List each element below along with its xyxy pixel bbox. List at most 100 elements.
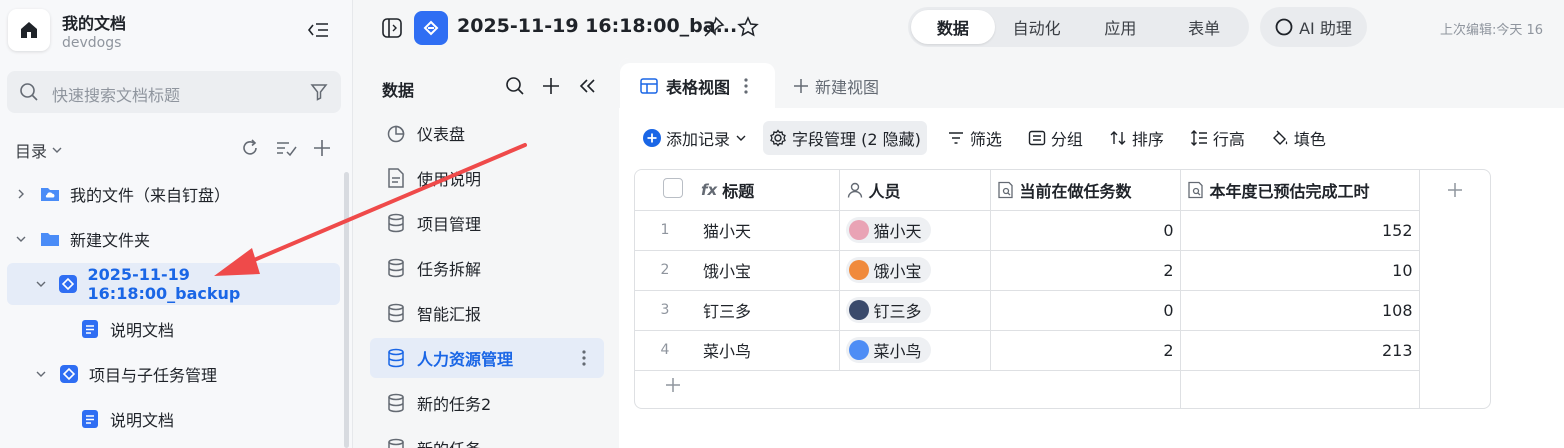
search-placeholder: 快速搜索文档标题 (52, 86, 181, 105)
data-item-usage-guide[interactable]: 使用说明 (370, 158, 604, 198)
toggle-panel-button[interactable] (380, 16, 404, 40)
tab-grid-view[interactable]: 表格视图 (620, 63, 775, 108)
base-app-icon (58, 363, 80, 385)
cell-person[interactable]: 钉三多 (839, 290, 991, 331)
new-view-button[interactable]: 新建视图 (793, 74, 879, 98)
field-manage-button[interactable]: 字段管理 (2 隐藏) (763, 121, 927, 155)
data-item-task-breakdown[interactable]: 任务拆解 (370, 248, 604, 288)
add-column-button[interactable] (1419, 170, 1490, 210)
cell-title[interactable]: 饿小宝 (695, 250, 840, 291)
more-options-icon[interactable] (744, 77, 748, 94)
data-item-new-task[interactable]: 新的任务 (370, 428, 604, 448)
row-height-button[interactable]: 行高 (1184, 121, 1251, 155)
cell-person[interactable]: 饿小宝 (839, 250, 991, 291)
cell-current-tasks[interactable]: 0 (990, 210, 1181, 251)
fill-color-label: 填色 (1293, 130, 1326, 149)
filter-funnel-icon[interactable] (309, 82, 329, 102)
chevron-down-icon[interactable] (9, 227, 33, 251)
collapse-sidebar-button[interactable] (305, 18, 331, 42)
column-header-annual-hours[interactable]: 本年度已预估完成工时 (1180, 170, 1420, 211)
home-button[interactable] (8, 9, 50, 51)
favorite-button[interactable] (737, 16, 759, 42)
more-options-icon[interactable] (574, 346, 594, 370)
cell-title[interactable]: 菜小鸟 (695, 330, 840, 371)
table-icon (640, 77, 658, 94)
chevron-down-icon[interactable] (29, 362, 53, 386)
cell-current-tasks[interactable]: 0 (990, 290, 1181, 331)
chevron-down-icon[interactable] (29, 272, 52, 296)
person-chip[interactable]: 饿小宝 (845, 256, 931, 283)
data-add-button[interactable] (539, 74, 563, 98)
tab-automation[interactable]: 自动化 (995, 10, 1079, 44)
ai-assistant-button[interactable]: AI 助理 (1260, 7, 1367, 47)
base-app-icon (57, 273, 78, 295)
column-header-current-tasks[interactable]: 当前在做任务数 (990, 170, 1181, 211)
cell-current-tasks[interactable]: 2 (990, 250, 1181, 291)
table-row[interactable]: 2 饿小宝 饿小宝 2 10 (635, 250, 1420, 291)
row-number: 3 (635, 290, 695, 331)
chevron-right-icon[interactable] (9, 182, 33, 206)
row-height-icon (1190, 130, 1207, 146)
lookup-field-icon (997, 181, 1013, 198)
pin-button[interactable] (703, 16, 725, 42)
person-chip[interactable]: 菜小鸟 (845, 336, 931, 363)
data-item-smart-report[interactable]: 智能汇报 (370, 293, 604, 333)
tree-item-doc[interactable]: 说明文档 (7, 398, 340, 440)
database-icon (385, 437, 407, 448)
data-item-label: 项目管理 (417, 215, 482, 234)
column-header-title[interactable]: fx 标题 (695, 170, 840, 211)
data-item-new-task-2[interactable]: 新的任务2 (370, 383, 604, 423)
data-item-project-mgmt[interactable]: 项目管理 (370, 203, 604, 243)
search-icon (506, 77, 524, 95)
cell-person[interactable]: 菜小鸟 (839, 330, 991, 371)
refresh-button[interactable] (238, 136, 262, 160)
tree-item-backup[interactable]: 2025-11-19 16:18:00_backup (7, 263, 340, 305)
filter-label: 筛选 (969, 130, 1002, 149)
cell-title[interactable]: 猫小天 (695, 210, 840, 251)
cell-person[interactable]: 猫小天 (839, 210, 991, 251)
table-row[interactable]: 1 猫小天 猫小天 0 152 (635, 210, 1420, 251)
doc-search-box[interactable]: 快速搜索文档标题 (7, 71, 341, 113)
tree-item-project-subtask[interactable]: 项目与子任务管理 (7, 353, 340, 395)
column-header-person[interactable]: 人员 (839, 170, 991, 211)
base-app-icon (414, 11, 448, 45)
person-chip[interactable]: 猫小天 (845, 216, 931, 243)
cell-annual-hours[interactable]: 213 (1180, 330, 1420, 371)
data-item-dashboard[interactable]: 仪表盘 (370, 113, 604, 153)
tab-forms[interactable]: 表单 (1162, 10, 1246, 44)
select-all-checkbox[interactable] (663, 177, 683, 198)
cell-annual-hours[interactable]: 10 (1180, 250, 1420, 291)
table-row[interactable]: 4 菜小鸟 菜小鸟 2 213 (635, 330, 1420, 371)
add-doc-button[interactable] (310, 136, 334, 160)
tree-item-new-folder[interactable]: 新建文件夹 (7, 218, 340, 260)
sort-button[interactable]: 排序 (1103, 121, 1170, 155)
filter-lines-icon (948, 132, 963, 144)
group-button[interactable]: 分组 (1022, 121, 1089, 155)
data-search-button[interactable] (503, 74, 527, 98)
person-name: 菜小鸟 (873, 341, 922, 361)
filter-button[interactable]: 筛选 (941, 121, 1008, 155)
person-chip[interactable]: 钉三多 (845, 296, 931, 323)
sidebar-scrollbar[interactable] (344, 172, 349, 448)
tree-item-my-files[interactable]: 我的文件（来自钉盘） (7, 173, 340, 215)
data-panel: 数据 仪表盘 使用说明 项目管理 任务拆解 智能汇报 人力资源管理 新的任务2 … (353, 58, 619, 448)
cell-title[interactable]: 钉三多 (695, 290, 840, 331)
add-row-button[interactable] (665, 377, 681, 397)
sort-tree-button[interactable] (274, 136, 298, 160)
tab-apps[interactable]: 应用 (1079, 10, 1163, 44)
data-item-hr-mgmt[interactable]: 人力资源管理 (370, 338, 604, 378)
table-row[interactable]: 3 钉三多 钉三多 0 108 (635, 290, 1420, 331)
column-header-label: 本年度已预估完成工时 (1209, 181, 1370, 201)
fill-color-button[interactable]: 填色 (1265, 121, 1332, 155)
add-record-button[interactable]: 添加记录 (637, 121, 753, 155)
refresh-icon (243, 139, 257, 155)
cell-annual-hours[interactable]: 152 (1180, 210, 1420, 251)
tab-data[interactable]: 数据 (911, 10, 995, 44)
doc-title[interactable]: 2025-11-19 16:18:00_ba... (457, 15, 737, 37)
person-icon (847, 182, 862, 198)
directory-dropdown[interactable]: 目录 (15, 138, 63, 162)
collapse-data-panel-button[interactable] (575, 74, 599, 98)
cell-annual-hours[interactable]: 108 (1180, 290, 1420, 331)
tree-item-doc[interactable]: 说明文档 (7, 308, 340, 350)
cell-current-tasks[interactable]: 2 (990, 330, 1181, 371)
